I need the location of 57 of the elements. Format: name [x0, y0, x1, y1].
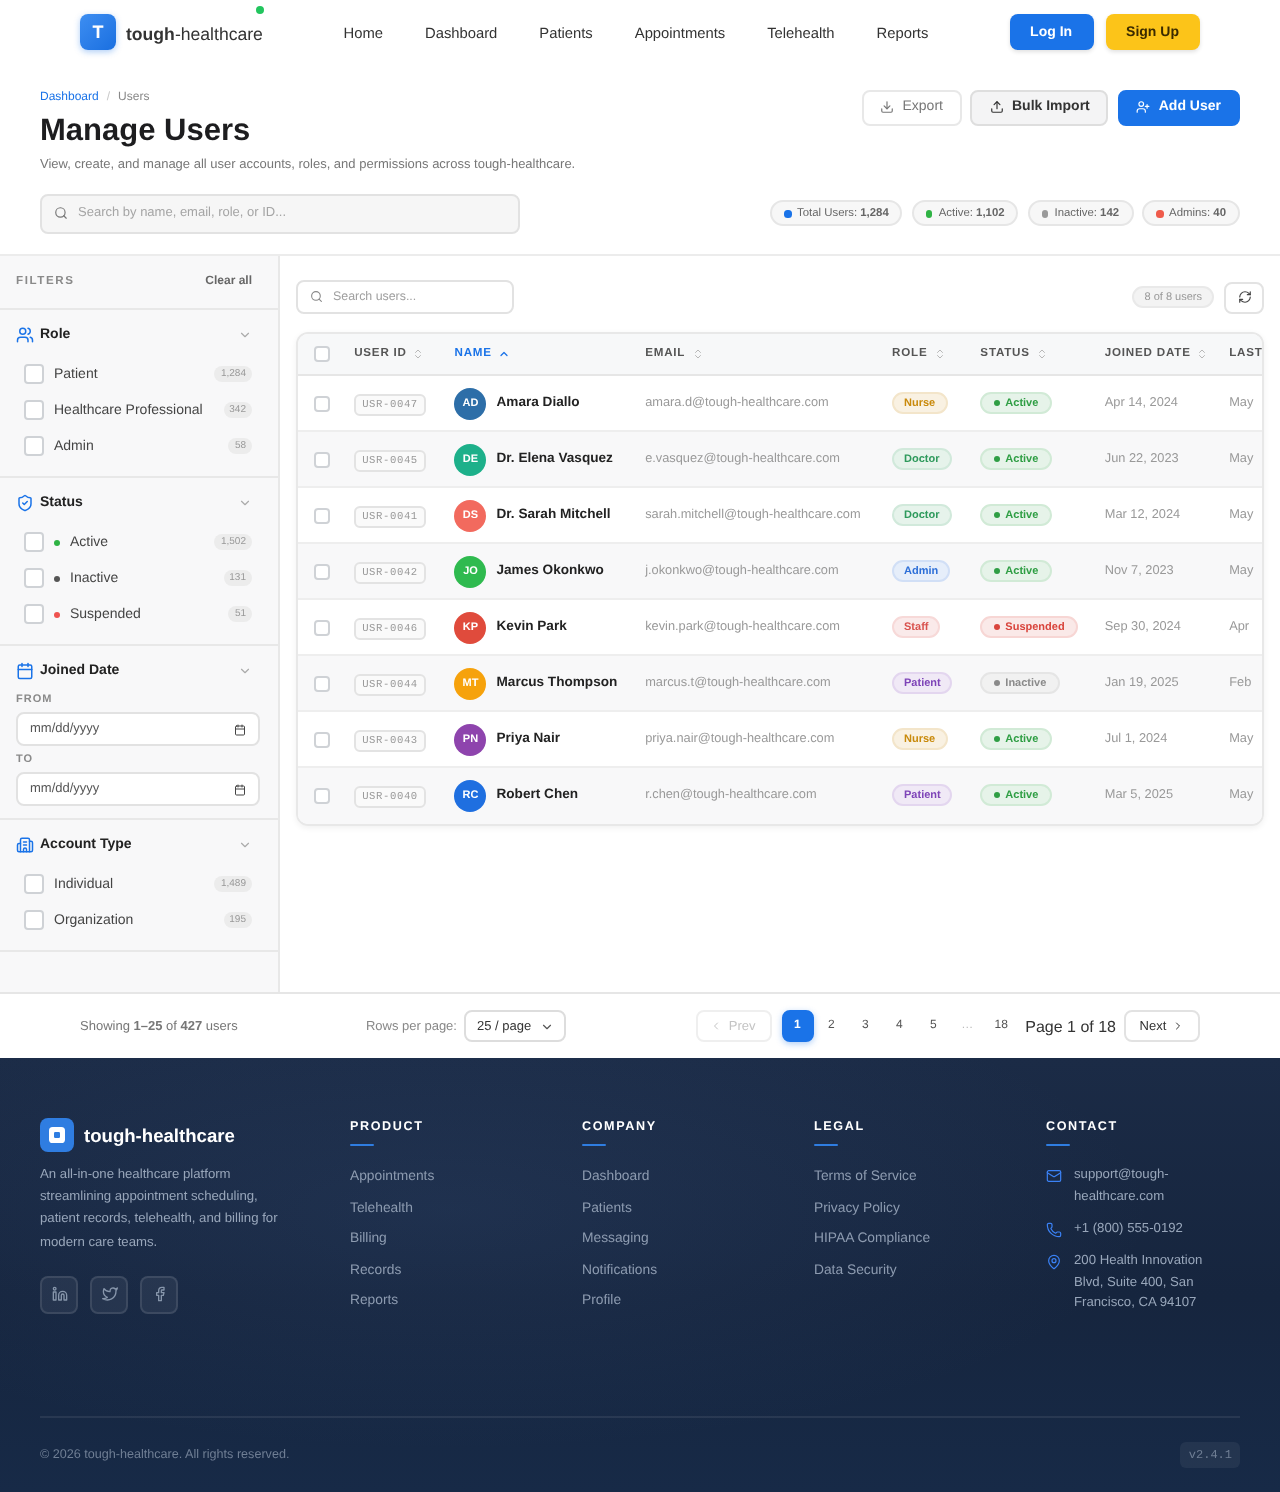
heading-accent [814, 1143, 838, 1146]
upload-icon [989, 100, 1004, 115]
chevron-down-icon[interactable] [238, 327, 252, 341]
heading-accent [350, 1143, 374, 1146]
twitter-icon [101, 1286, 117, 1303]
shield-check-icon [16, 493, 34, 511]
refresh-button[interactable] [1224, 281, 1264, 313]
chevron-down-icon[interactable] [238, 663, 252, 677]
filter-checkbox[interactable] [24, 874, 44, 894]
chevron-down-icon[interactable] [238, 495, 252, 509]
online-dot-icon [256, 6, 265, 14]
users-icon [16, 325, 34, 343]
logo-icon [40, 1118, 74, 1152]
chevron-left-icon [710, 1020, 723, 1032]
row-checkbox[interactable] [314, 619, 330, 635]
row-checkbox[interactable] [314, 563, 330, 579]
filter-checkbox[interactable] [24, 910, 44, 930]
chevron-down-icon [540, 1019, 555, 1033]
phone-icon [1046, 1221, 1062, 1238]
chevron-right-icon [1172, 1020, 1185, 1032]
filter-checkbox[interactable] [24, 604, 44, 624]
footer-brand-name: tough-healthcare [84, 1125, 235, 1145]
row-checkbox[interactable] [314, 675, 330, 691]
linkedin-icon [51, 1286, 67, 1303]
download-icon [880, 100, 895, 115]
social-button[interactable] [140, 1275, 178, 1314]
heading-accent [582, 1143, 606, 1146]
page-title: Manage Users [40, 114, 251, 150]
logo-mark[interactable]: T [80, 14, 116, 50]
calendar-icon [16, 661, 34, 679]
social-button[interactable] [90, 1275, 128, 1314]
user-plus-icon [1136, 100, 1151, 115]
social-button[interactable] [40, 1275, 78, 1314]
search-icon [54, 206, 68, 221]
filter-checkbox[interactable] [24, 532, 44, 552]
filter-checkbox[interactable] [24, 436, 44, 456]
calendar-icon [234, 783, 246, 795]
row-checkbox[interactable] [314, 395, 330, 411]
row-checkbox[interactable] [314, 731, 330, 747]
filter-checkbox[interactable] [24, 568, 44, 588]
brand-name[interactable]: tough-healthcare [126, 24, 263, 44]
building-icon [16, 835, 34, 853]
select-all-checkbox[interactable] [314, 345, 330, 362]
filter-checkbox[interactable] [24, 364, 44, 384]
search-icon [310, 290, 323, 304]
refresh-icon [1237, 290, 1251, 304]
filter-checkbox[interactable] [24, 400, 44, 420]
chevron-down-icon[interactable] [238, 837, 252, 851]
heading-accent [1046, 1143, 1070, 1146]
map-pin-icon [1046, 1253, 1062, 1270]
calendar-icon [234, 723, 246, 735]
row-checkbox[interactable] [314, 451, 330, 467]
mail-icon [1046, 1168, 1062, 1184]
page-info: Page 1 of 18 [1025, 1017, 1116, 1035]
facebook-icon [151, 1286, 167, 1303]
row-checkbox[interactable] [314, 507, 330, 523]
row-checkbox[interactable] [314, 787, 330, 804]
